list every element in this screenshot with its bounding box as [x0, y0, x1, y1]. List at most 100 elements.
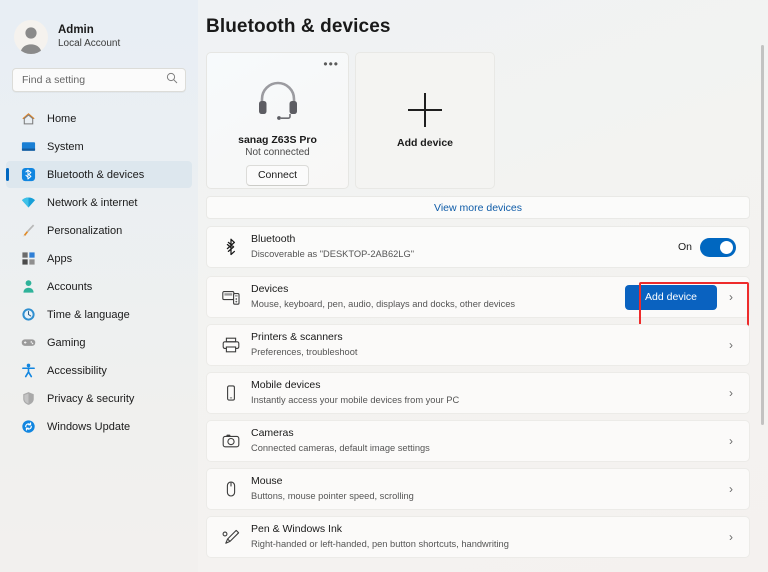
- chevron-right-icon: ›: [729, 530, 733, 544]
- search-input[interactable]: [22, 74, 166, 86]
- sidebar-item-bluetooth-devices[interactable]: Bluetooth & devices: [6, 161, 192, 188]
- sidebar-item-label: Gaming: [47, 336, 86, 349]
- bluetooth-title: Bluetooth: [251, 233, 296, 246]
- chevron-right-icon: ›: [729, 482, 733, 496]
- settings-row-pen-windows-ink[interactable]: Pen & Windows Ink Right-handed or left-h…: [206, 516, 750, 558]
- avatar: [14, 20, 48, 54]
- vertical-scrollbar[interactable]: [761, 45, 764, 425]
- row-subtitle: Mouse, keyboard, pen, audio, displays an…: [251, 299, 516, 310]
- sidebar-item-system[interactable]: System: [6, 133, 192, 160]
- view-more-devices-label: View more devices: [434, 201, 522, 214]
- row-subtitle: Buttons, mouse pointer speed, scrolling: [251, 491, 414, 502]
- sidebar-nav: Home System Bluetooth & devices Network …: [0, 105, 198, 440]
- apps-grid-icon: [20, 251, 36, 267]
- sidebar-item-gaming[interactable]: Gaming: [6, 329, 192, 356]
- settings-row-printers-scanners[interactable]: Printers & scanners Preferences, trouble…: [206, 324, 750, 366]
- sidebar-item-label: Windows Update: [47, 420, 131, 433]
- settings-row-mouse[interactable]: Mouse Buttons, mouse pointer speed, scro…: [206, 468, 750, 510]
- sidebar-item-home[interactable]: Home: [6, 105, 192, 132]
- sidebar-item-apps[interactable]: Apps: [6, 245, 192, 272]
- pen-icon: [220, 529, 242, 545]
- sidebar-item-windows-update[interactable]: Windows Update: [6, 413, 192, 440]
- clock-icon: [20, 307, 36, 323]
- person-avatar-icon: [20, 27, 42, 54]
- chevron-right-icon: ›: [729, 386, 733, 400]
- bluetooth-toggle-row[interactable]: Bluetooth Discoverable as "DESKTOP-2AB62…: [206, 226, 750, 268]
- sidebar-item-label: Personalization: [47, 224, 123, 237]
- shield-icon: [20, 391, 36, 407]
- sidebar-item-label: Network & internet: [47, 196, 138, 209]
- row-title: Cameras: [251, 427, 294, 440]
- main-content: Bluetooth & devices ••• sanag Z63S Pro N…: [198, 0, 768, 572]
- toggle-knob: [720, 240, 733, 254]
- account-header[interactable]: Admin Local Account: [0, 8, 198, 66]
- gamepad-icon: [20, 335, 36, 351]
- add-device-card[interactable]: Add device: [355, 52, 495, 189]
- bluetooth-subtitle: Discoverable as "DESKTOP-2AB62LG": [251, 249, 414, 260]
- plus-icon: [408, 92, 442, 127]
- accessibility-person-icon: [20, 363, 36, 379]
- row-subtitle: Connected cameras, default image setting…: [251, 443, 430, 454]
- bluetooth-icon: [20, 167, 36, 183]
- monitor-icon: [20, 139, 36, 155]
- bluetooth-toggle-state: On: [677, 241, 692, 253]
- view-more-devices-link[interactable]: View more devices: [206, 196, 750, 219]
- account-subtitle: Local Account: [58, 38, 121, 50]
- chevron-right-icon: ›: [729, 434, 733, 448]
- row-title: Pen & Windows Ink: [251, 523, 343, 536]
- printer-icon: [220, 337, 242, 353]
- sidebar-item-accessibility[interactable]: Accessibility: [6, 357, 192, 384]
- sidebar-item-label: Time & language: [47, 308, 130, 321]
- connect-button[interactable]: Connect: [245, 165, 310, 186]
- search-icon: [166, 71, 178, 89]
- page-title: Bluetooth & devices: [206, 16, 391, 37]
- sidebar-item-label: Accounts: [47, 280, 93, 293]
- device-name: sanag Z63S Pro: [238, 134, 317, 146]
- settings-window: Admin Local Account Find a setting Home …: [0, 0, 768, 572]
- person-icon: [20, 279, 36, 295]
- row-title: Mobile devices: [251, 379, 321, 392]
- settings-list: Devices Mouse, keyboard, pen, audio, dis…: [206, 276, 750, 558]
- bluetooth-icon: [220, 238, 242, 256]
- device-status: Not connected: [245, 147, 310, 158]
- row-subtitle: Instantly access your mobile devices fro…: [251, 395, 460, 406]
- row-title: Printers & scanners: [251, 331, 343, 344]
- sidebar: Admin Local Account Find a setting Home …: [0, 0, 198, 572]
- sidebar-item-label: Privacy & security: [47, 392, 135, 405]
- device-cards-row: ••• sanag Z63S Pro Not connected Connect: [206, 52, 750, 189]
- sidebar-item-label: System: [47, 140, 84, 153]
- settings-row-devices[interactable]: Devices Mouse, keyboard, pen, audio, dis…: [206, 276, 750, 327]
- more-options-icon[interactable]: •••: [323, 58, 339, 70]
- sidebar-item-network-internet[interactable]: Network & internet: [6, 189, 192, 216]
- add-device-button[interactable]: Add device: [625, 284, 717, 310]
- mouse-icon: [220, 481, 242, 497]
- devices-icon: [220, 289, 242, 305]
- paired-device-card[interactable]: ••• sanag Z63S Pro Not connected Connect: [206, 52, 349, 189]
- search-box[interactable]: [12, 68, 186, 92]
- sidebar-item-label: Home: [47, 112, 77, 125]
- paintbrush-icon: [20, 223, 36, 239]
- camera-icon: [220, 433, 242, 449]
- row-title: Mouse: [251, 475, 283, 488]
- home-icon: [20, 111, 36, 127]
- chevron-right-icon: ›: [729, 338, 733, 352]
- settings-row-cameras[interactable]: Cameras Connected cameras, default image…: [206, 420, 750, 462]
- bluetooth-toggle[interactable]: [700, 237, 736, 257]
- update-refresh-icon: [20, 419, 36, 435]
- sidebar-item-label: Accessibility: [47, 364, 107, 377]
- settings-row-mobile-devices[interactable]: Mobile devices Instantly access your mob…: [206, 372, 750, 414]
- add-device-card-label: Add device: [396, 136, 454, 149]
- account-name: Admin: [58, 24, 94, 37]
- sidebar-item-privacy-security[interactable]: Privacy & security: [6, 385, 192, 412]
- wifi-icon: [20, 195, 36, 211]
- sidebar-item-time-language[interactable]: Time & language: [6, 301, 192, 328]
- sidebar-item-label: Bluetooth & devices: [47, 168, 145, 181]
- headphones-icon: [255, 78, 301, 125]
- row-title: Devices: [251, 283, 289, 296]
- chevron-right-icon: ›: [729, 290, 733, 304]
- row-subtitle: Right-handed or left-handed, pen button …: [251, 539, 509, 550]
- sidebar-item-accounts[interactable]: Accounts: [6, 273, 192, 300]
- sidebar-item-personalization[interactable]: Personalization: [6, 217, 192, 244]
- row-subtitle: Preferences, troubleshoot: [251, 347, 358, 358]
- sidebar-item-label: Apps: [47, 252, 73, 265]
